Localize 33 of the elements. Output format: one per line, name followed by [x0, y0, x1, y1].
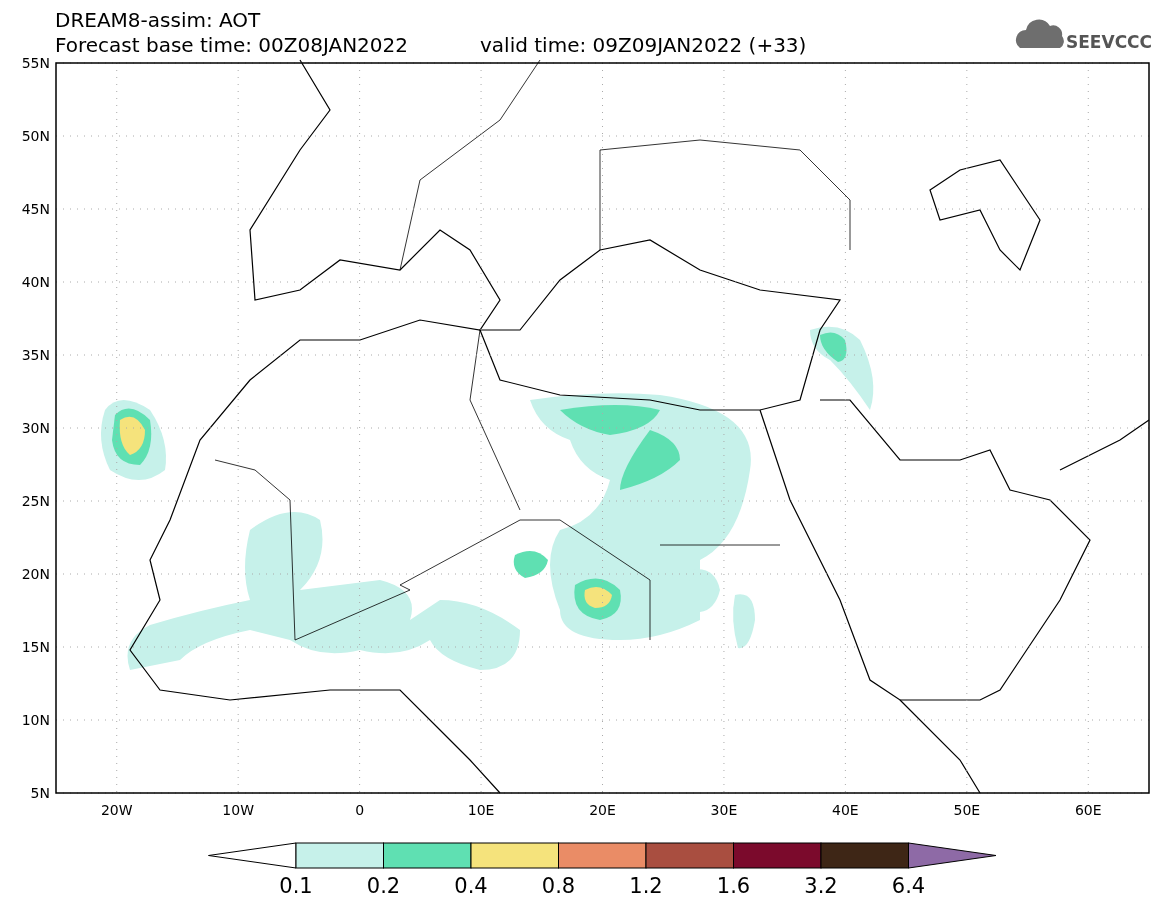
longitude-label: 20E	[589, 802, 616, 818]
longitude-label: 30E	[710, 802, 738, 818]
longitude-label: 40E	[832, 802, 859, 818]
latitude-label: 5N	[30, 785, 50, 801]
legend-label: 0.2	[366, 874, 401, 898]
latitude-label: 45N	[21, 201, 50, 217]
legend-label: 6.4	[891, 874, 926, 898]
logo-text: SEEVCCC	[1066, 32, 1153, 52]
latitude-label: 40N	[21, 274, 50, 290]
latitude-label: 30N	[21, 420, 50, 436]
base-time: Forecast base time: 00Z08JAN2022	[55, 33, 408, 57]
legend-label: 1.2	[629, 874, 663, 898]
latitude-label: 15N	[21, 639, 50, 655]
map-title: DREAM8-assim: AOT	[55, 8, 261, 32]
longitude-label: 50E	[953, 802, 981, 818]
latitude-label: 50N	[21, 128, 50, 144]
longitude-label: 10E	[467, 802, 495, 818]
legend-label: 0.8	[541, 874, 576, 898]
longitude-label: 20W	[100, 802, 133, 818]
valid-time: valid time: 09Z09JAN2022 (+33)	[480, 33, 807, 57]
legend-label: 3.2	[804, 874, 838, 898]
longitude-label: 0	[355, 802, 365, 818]
latitude-label: 10N	[21, 712, 50, 728]
longitude-label: 60E	[1074, 802, 1102, 818]
cloud-icon	[1016, 19, 1064, 48]
latitude-label: 55N	[21, 55, 50, 71]
latitude-label: 25N	[21, 493, 50, 509]
longitude-label: 10W	[222, 802, 254, 818]
legend-label: 0.1	[279, 874, 313, 898]
latitude-label: 35N	[21, 347, 50, 363]
legend-label: 0.4	[454, 874, 488, 898]
latitude-label: 20N	[21, 566, 50, 582]
legend-label: 1.6	[716, 874, 751, 898]
